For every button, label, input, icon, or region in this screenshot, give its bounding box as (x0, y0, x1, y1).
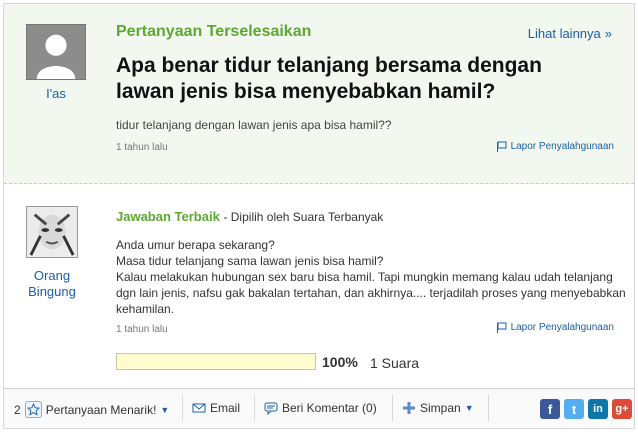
report-abuse-link[interactable]: Lapor Penyalahgunaan (496, 322, 614, 333)
question-detail: tidur telanjang dengan lawan jenis apa b… (116, 118, 392, 132)
chevron-down-icon: ▼ (160, 404, 170, 415)
chevron-down-icon: ▼ (464, 403, 474, 413)
answerer-name-link[interactable]: Orang Bingung (20, 268, 84, 300)
flag-icon (496, 141, 507, 152)
twitter-icon[interactable]: t (564, 399, 584, 419)
linkedin-icon[interactable]: in (588, 399, 608, 419)
google-plus-icon[interactable]: g+ (612, 399, 632, 419)
question-title: Apa benar tidur telanjang bersama dengan… (116, 54, 542, 103)
vote-count: 1 Suara (370, 355, 420, 371)
interesting-label: Pertanyaan Menarik! (45, 402, 157, 417)
report-abuse-label: Lapor Penyalahgunaan (510, 322, 614, 333)
qa-panel: I'as Pertanyaan Terselesaikan Lihat lain… (3, 3, 635, 429)
toolbar-divider (254, 395, 255, 421)
user-photo-icon (27, 207, 77, 257)
answer-line: Kalau melakukan hubungan sex baru bisa h… (116, 270, 626, 316)
question-timestamp: 1 tahun lalu (116, 142, 168, 153)
interesting-count: 2 (14, 402, 21, 417)
default-user-icon (27, 25, 85, 79)
vote-percent: 100% (322, 354, 358, 370)
toolbar-divider (488, 395, 489, 421)
plus-icon (403, 402, 415, 414)
answer-timestamp: 1 tahun lalu (116, 324, 168, 335)
save-label: Simpan (420, 401, 461, 415)
interesting-question-button[interactable]: 2 Pertanyaan Menarik! ▼ (14, 401, 169, 418)
vote-progress-bar (116, 353, 316, 370)
star-icon (24, 401, 42, 418)
comment-label: Beri Komentar (0) (282, 401, 377, 415)
save-button[interactable]: Simpan ▼ (402, 401, 474, 415)
toolbar-divider (392, 395, 393, 421)
toolbar-divider (182, 395, 183, 421)
answer-line: Masa tidur telanjang sama lawan jenis bi… (116, 254, 384, 268)
see-more-label: Lihat lainnya (527, 26, 601, 41)
section-title: Pertanyaan Terselesaikan (116, 23, 312, 40)
answer-body: Anda umur berapa sekarang? Masa tidur te… (116, 237, 626, 317)
comment-icon (264, 402, 278, 415)
report-abuse-label: Lapor Penyalahgunaan (510, 141, 614, 152)
comment-button[interactable]: Beri Komentar (0) (264, 401, 377, 415)
answer-line: Anda umur berapa sekarang? (116, 238, 275, 252)
chosen-by-label: - Dipilih oleh Suara Terbanyak (223, 210, 384, 224)
asker-name-link[interactable]: I'as (26, 86, 86, 101)
action-toolbar: 2 Pertanyaan Menarik! ▼ Email Beri Komen… (4, 388, 634, 428)
answerer-avatar[interactable] (26, 206, 78, 258)
double-chevron-right-icon: » (604, 26, 612, 41)
best-answer-label: Jawaban Terbaik (116, 209, 220, 224)
email-label: Email (210, 401, 241, 415)
asker-avatar[interactable] (26, 24, 86, 80)
report-abuse-link[interactable]: Lapor Penyalahgunaan (496, 141, 614, 152)
question-section: I'as Pertanyaan Terselesaikan Lihat lain… (4, 4, 634, 184)
best-answer-heading: Jawaban Terbaik - Dipilih oleh Suara Ter… (116, 209, 383, 224)
flag-icon (496, 322, 507, 333)
facebook-icon[interactable]: f (540, 399, 560, 419)
see-more-link[interactable]: Lihat lainnya» (528, 26, 612, 41)
email-button[interactable]: Email (192, 401, 240, 415)
envelope-icon (192, 403, 206, 413)
